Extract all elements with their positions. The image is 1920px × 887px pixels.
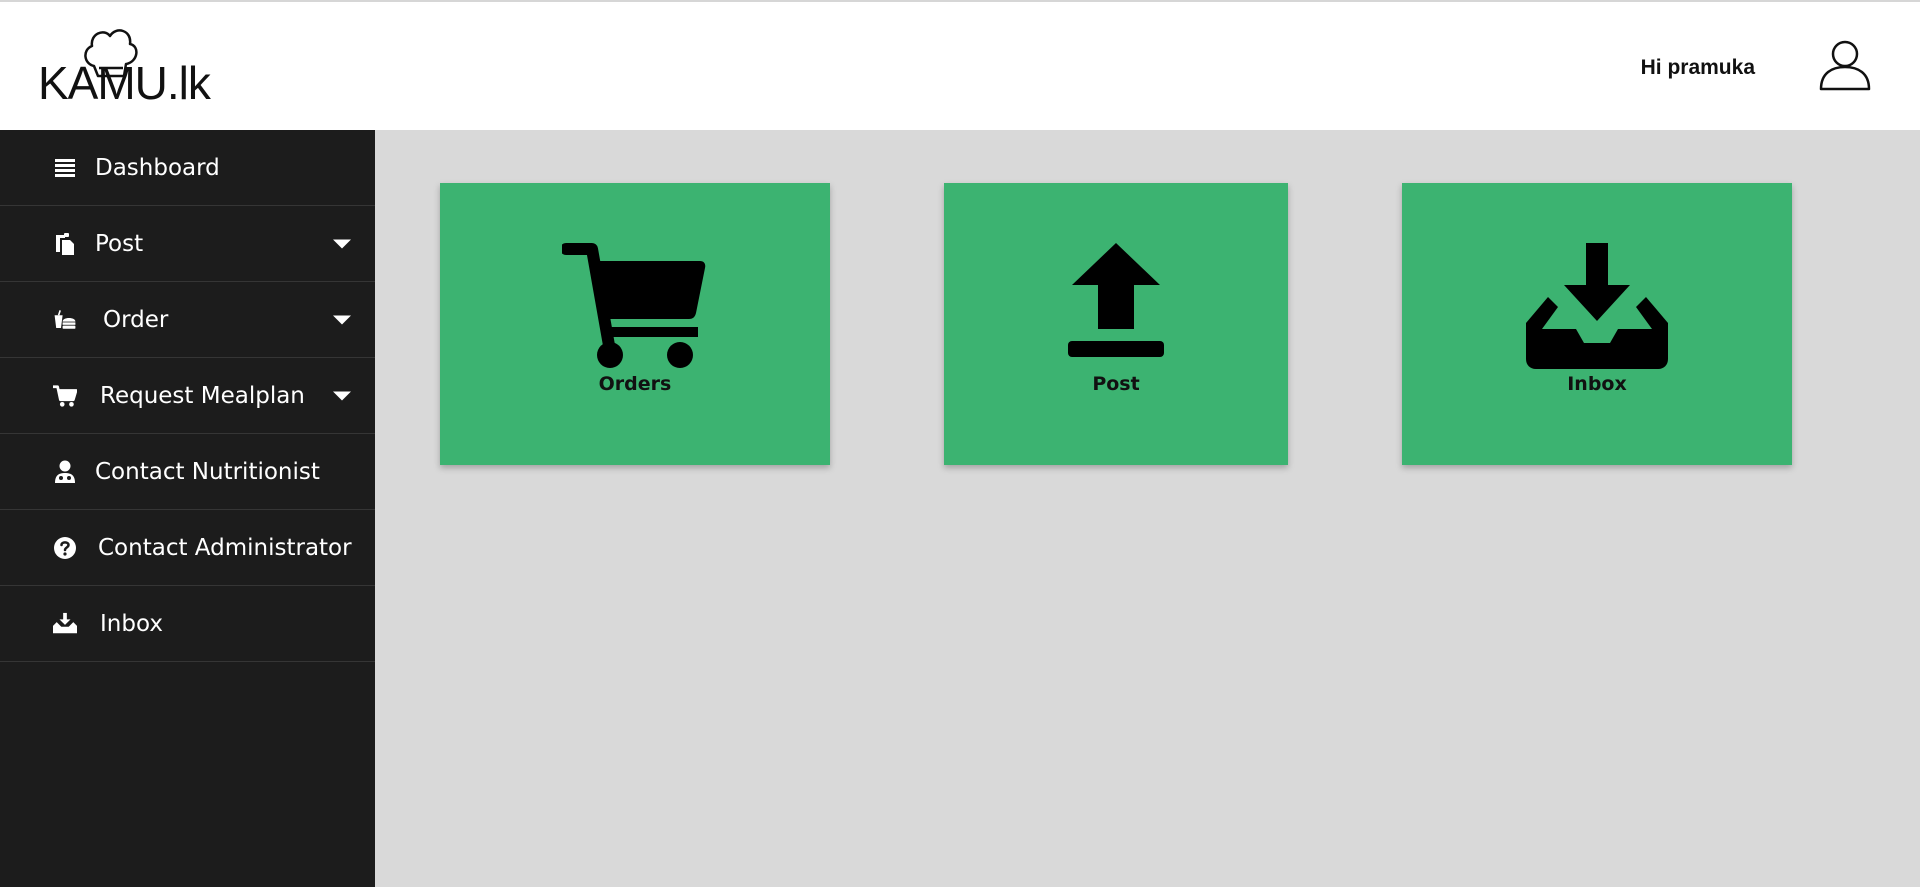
top-header: KAMU.lk Hi pramuka [0,4,1920,130]
tile-label: Post [1092,373,1140,395]
inbox-tile[interactable]: Inbox [1402,183,1792,465]
list-icon [53,156,77,180]
user-doctor-icon [53,460,77,484]
orders-tile[interactable]: Orders [440,183,830,465]
upload-icon [1068,243,1164,357]
post-tile[interactable]: Post [944,183,1288,465]
user-greeting: Hi pramuka [1640,56,1755,79]
sidebar-item-label: Post [95,230,144,257]
chevron-down-icon[interactable] [333,315,351,324]
copy-icon [53,232,77,256]
sidebar-item-post[interactable]: Post [0,206,375,282]
sidebar-item-label: Request Mealplan [100,382,305,409]
sidebar-item-contact-administrator[interactable]: Contact Administrator [0,510,375,586]
sidebar-item-inbox[interactable]: Inbox [0,586,375,662]
sidebar-item-request-mealplan[interactable]: Request Mealplan [0,358,375,434]
chevron-down-icon[interactable] [333,239,351,248]
cart-icon [53,384,77,408]
sidebar-item-label: Contact Nutritionist [95,458,320,485]
dashboard-content: Orders Post Inbox [375,130,1920,887]
tile-label: Inbox [1567,373,1627,395]
tile-label: Orders [598,373,672,395]
inbox-download-icon [1526,243,1668,369]
sidebar-item-label: Inbox [100,610,163,637]
cart-icon [562,243,706,368]
chevron-down-icon[interactable] [333,391,351,400]
question-circle-icon [53,536,77,560]
sidebar-item-contact-nutritionist[interactable]: Contact Nutritionist [0,434,375,510]
sidebar-item-label: Dashboard [95,154,220,181]
sidebar-item-order[interactable]: Order [0,282,375,358]
logo[interactable]: KAMU.lk [38,22,211,109]
fastfood-icon [53,308,77,332]
user-avatar-icon[interactable] [1818,37,1872,91]
sidebar: Dashboard Post Order Request Mealplan Co… [0,130,375,887]
inbox-download-icon [53,612,77,636]
sidebar-item-label: Contact Administrator [98,534,352,561]
logo-text: KAMU.lk [38,57,211,109]
sidebar-item-dashboard[interactable]: Dashboard [0,130,375,206]
sidebar-item-label: Order [103,306,169,333]
